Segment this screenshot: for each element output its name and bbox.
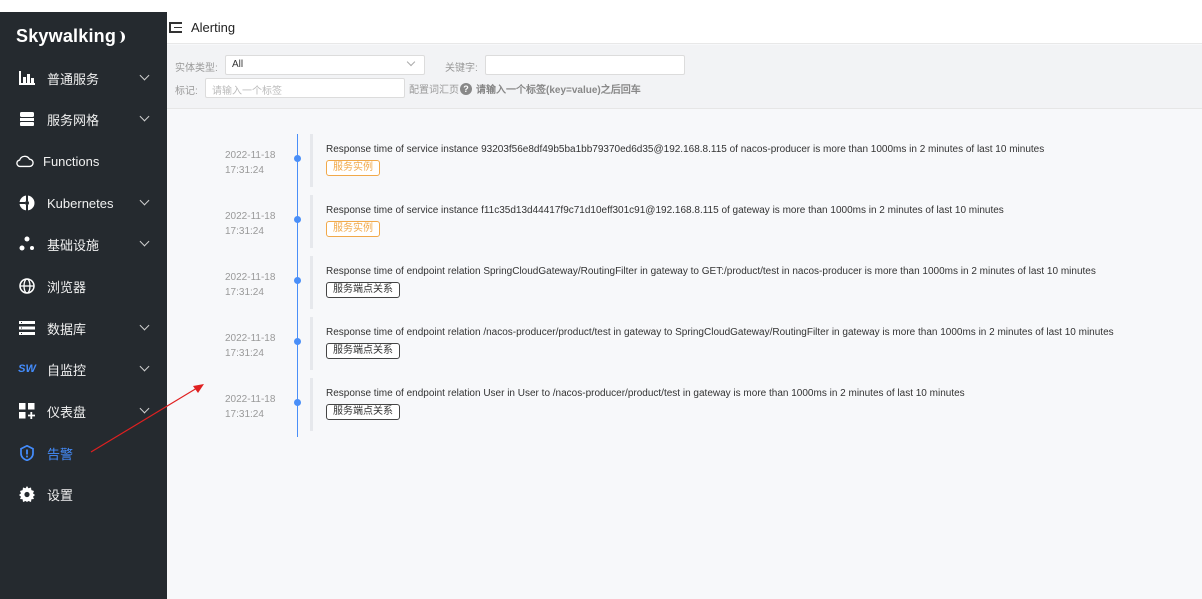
alert-entry: 2022-11-18 17:31:24 Response time of serv… [167,195,1202,250]
sidebar-item-infrastructure[interactable]: 基础设施 [0,224,167,264]
top-bar [0,0,1202,12]
alert-timestamp: 2022-11-18 17:31:24 [225,333,276,359]
kubernetes-icon [18,194,36,212]
tags-label: 标记: [175,86,198,97]
sidebar-item-browser[interactable]: 浏览器 [0,266,167,306]
sidebar-item-general-service[interactable]: 普通服务 [0,58,167,98]
nodes-icon [18,235,36,253]
alert-timestamp: 2022-11-18 17:31:24 [225,150,276,176]
alert-entry: 2022-11-18 17:31:24 Response time of endp… [167,378,1202,433]
sidebar-item-dashboard[interactable]: 仪表盘 [0,391,167,431]
alert-message: Response time of service instance 93203f… [326,144,1045,155]
timeline-dot [294,277,301,284]
alert-timestamp: 2022-11-18 17:31:24 [225,394,276,420]
alert-scope-tag: 服务端点关系 [326,404,400,420]
alert-timestamp: 2022-11-18 17:31:24 [225,272,276,298]
sw-icon: SW [18,363,36,375]
page-header: Alerting [167,12,1202,44]
timeline-dot [294,216,301,223]
page-title: Alerting [191,20,236,35]
filter-bar: 实体类型: All 关键字: 标记: 请输入一个标签 配置词汇页 ? 请输入一个… [167,45,1202,109]
alert-scope-tag: 服务端点关系 [326,282,400,298]
menu-fold-icon[interactable] [169,22,182,33]
sidebar-item-label: 自监控 [47,362,87,378]
alert-scope-tag: 服务实例 [326,160,380,176]
chevron-down-icon [139,195,150,206]
alarm-shield-icon [18,444,36,462]
alert-card[interactable]: Response time of endpoint relation User … [310,378,1202,431]
entity-type-value: All [232,59,244,70]
alert-entry: 2022-11-18 17:31:24 Response time of endp… [167,256,1202,311]
main-content: Alerting 实体类型: All 关键字: 标记: 请输入一个标签 配置词汇… [167,12,1202,599]
sidebar-item-label: Functions [43,153,100,169]
gear-icon [18,485,36,503]
alert-scope-tag: 服务实例 [326,221,380,237]
alert-message: Response time of endpoint relation Sprin… [326,266,1096,277]
logo[interactable]: Skywalking [16,26,126,47]
chevron-down-icon [139,236,150,247]
alert-message: Response time of endpoint relation /naco… [326,327,1114,338]
list-icon [18,319,36,337]
chevron-down-icon [406,57,416,67]
sidebar-item-service-mesh[interactable]: 服务网格 [0,99,167,139]
dashboard-add-icon [18,402,36,420]
alert-entry: 2022-11-18 17:31:24 Response time of endp… [167,317,1202,372]
sidebar-item-functions[interactable]: Functions [0,141,167,181]
entity-type-select[interactable]: All [225,55,425,75]
sidebar-item-label: Kubernetes [47,195,114,211]
alert-scope-tag: 服务端点关系 [326,343,400,359]
sidebar-item-label: 告警 [47,446,74,462]
chevron-down-icon [139,403,150,414]
sidebar-item-label: 服务网格 [47,112,100,128]
alert-timestamp: 2022-11-18 17:31:24 [225,211,276,237]
alert-message: Response time of endpoint relation User … [326,388,965,399]
keyword-input[interactable] [485,55,685,75]
sidebar-item-settings[interactable]: 设置 [0,474,167,514]
alert-card[interactable]: Response time of endpoint relation Sprin… [310,256,1202,309]
sidebar-item-label: 设置 [47,487,74,503]
keyword-label: 关键字: [445,63,478,74]
sidebar-item-label: 浏览器 [47,279,87,295]
chevron-down-icon [139,361,150,372]
alert-message: Response time of service instance f11c35… [326,205,1004,216]
bar-chart-icon [18,69,36,87]
sidebar-item-label: 普通服务 [47,71,100,87]
sidebar: Skywalking 普通服务 服务网格 Functions Kubernete… [0,12,167,599]
sidebar-item-self-monitoring[interactable]: SW 自监控 [0,349,167,389]
chevron-down-icon [139,111,150,122]
alert-card[interactable]: Response time of endpoint relation /naco… [310,317,1202,370]
help-icon[interactable]: ? [460,82,472,95]
alert-entry: 2022-11-18 17:31:24 Response time of serv… [167,134,1202,189]
alert-card[interactable]: Response time of service instance f11c35… [310,195,1202,248]
timeline-dot [294,155,301,162]
sidebar-item-label: 数据库 [47,321,87,337]
alert-card[interactable]: Response time of service instance 93203f… [310,134,1202,187]
sidebar-item-label: 基础设施 [47,237,100,253]
tags-input[interactable]: 请输入一个标签 [205,78,405,98]
sidebar-item-label: 仪表盘 [47,404,87,420]
globe-icon [18,277,36,295]
config-vocabulary-link[interactable]: 配置词汇页 [409,81,459,96]
cloud-icon [16,152,34,170]
database-stack-icon [18,110,36,128]
timeline-dot [294,338,301,345]
tags-hint-text: 请输入一个标签(key=value)之后回车 [476,85,641,96]
chevron-down-icon [139,320,150,331]
sidebar-item-alerting[interactable]: 告警 [0,433,167,473]
sidebar-item-database[interactable]: 数据库 [0,308,167,348]
timeline-dot [294,399,301,406]
chevron-down-icon [139,70,150,81]
sidebar-item-kubernetes[interactable]: Kubernetes [0,183,167,223]
entity-type-label: 实体类型: [175,63,218,74]
tags-hint: 配置词汇页 ? 请输入一个标签(key=value)之后回车 [409,81,641,96]
